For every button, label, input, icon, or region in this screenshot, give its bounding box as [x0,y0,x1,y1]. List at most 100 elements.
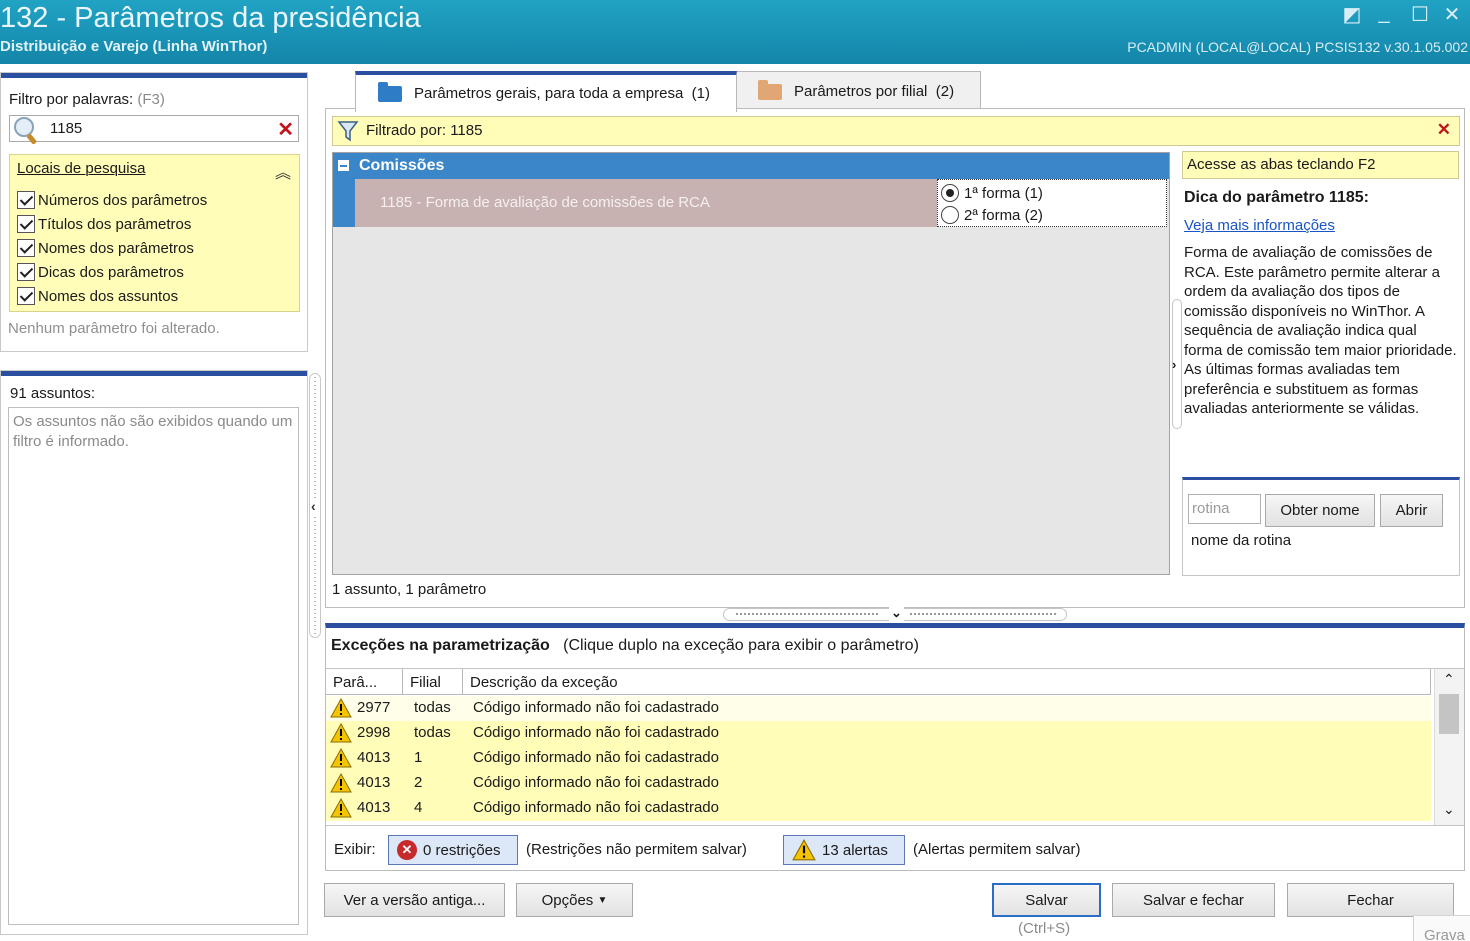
radio-icon[interactable] [941,206,959,224]
vertical-scrollbar[interactable]: ⌃ ⌄ [1434,669,1464,825]
checkbox-dicas[interactable]: Dicas dos parâmetros [17,261,184,283]
warning-icon [330,748,352,768]
help-access-hint: Acesse as abas teclando F2 [1182,151,1459,179]
alertas-toggle[interactable]: 13 alertas [783,835,905,865]
checkbox-icon[interactable] [17,287,35,305]
table-row[interactable]: 4013 4 Código informado não foi cadastra… [326,796,1431,821]
filter-shortcut: (F3) [137,91,165,108]
chevron-down-icon[interactable]: ⌄ [889,605,904,621]
checkbox-titulos[interactable]: Títulos dos parâmetros [17,213,191,235]
radio-label: 1ª forma (1) [964,184,1043,202]
window-title: 132 - Parâmetros da presidência [0,2,421,34]
minimize-icon[interactable]: _ [1372,2,1396,25]
column-header-param[interactable]: Parâ... [326,669,403,695]
restricoes-label: 0 restrições [423,841,501,859]
rotina-input[interactable]: rotina [1188,494,1261,524]
rotina-box: rotina Obter nome Abrir nome da rotina [1182,477,1460,576]
restricoes-toggle[interactable]: ✕ 0 restrições [388,835,518,865]
search-locations-box: Locais de pesquisa ︽ Números dos parâmet… [9,154,300,312]
checkbox-label: Nomes dos assuntos [38,287,179,305]
tab-parametros-gerais[interactable]: Parâmetros gerais, para toda a empresa (… [355,71,737,112]
caret-down-icon: ▼ [597,894,608,906]
checkbox-label: Dicas dos parâmetros [38,263,184,281]
checkbox-nomes[interactable]: Nomes dos parâmetros [17,237,194,259]
radio-icon[interactable] [941,184,959,202]
cell-filial: 2 [414,774,423,791]
warning-icon [330,723,352,743]
scroll-down-icon[interactable]: ⌄ [1443,801,1455,818]
chevron-left-icon[interactable]: ‹ [311,498,316,514]
radio-option-1[interactable]: 1ª forma (1) [941,182,1043,204]
change-status: Nenhum parâmetro foi alterado. [8,320,220,337]
checkbox-icon[interactable] [17,263,35,281]
cell-param: 2998 [357,724,391,741]
group-title: Comissões [359,157,445,174]
cell-descricao: Código informado não foi cadastrado [473,774,719,791]
search-input[interactable]: 1185 ✕ [9,115,299,145]
table-row[interactable]: 2977 todas Código informado não foi cada… [326,696,1431,721]
tab-parametros-filial[interactable]: Parâmetros por filial (2) [735,71,981,111]
assuntos-list[interactable]: Os assuntos não são exibidos quando um f… [8,407,299,925]
cell-param: 4013 [357,749,391,766]
scroll-thumb[interactable] [1439,694,1459,734]
cell-filial: 4 [414,799,423,816]
alertas-label: 13 alertas [822,841,888,859]
group-header[interactable]: Comissões [333,153,1169,179]
assuntos-count: 91 assuntos: [10,385,96,402]
cell-filial: 1 [414,749,423,766]
funnel-icon [337,121,359,142]
checkbox-icon[interactable] [17,215,35,233]
collapse-icon[interactable]: ︽ [275,159,291,183]
checkbox-label: Nomes dos parâmetros [38,239,194,257]
chevron-right-icon[interactable]: › [1172,357,1176,372]
clear-filter-icon[interactable]: ✕ [1437,120,1451,140]
collapse-group-icon[interactable] [338,160,349,171]
restore-icon[interactable]: ◩ [1340,2,1364,27]
checkbox-assuntos[interactable]: Nomes dos assuntos [17,285,178,307]
parameter-row[interactable]: 1185 - Forma de avaliação de comissões d… [355,179,937,227]
save-close-button[interactable]: Salvar e fechar [1112,883,1275,917]
parameters-grid: Comissões 1185 - Forma de avaliação de c… [332,152,1170,575]
exceptions-table: Parâ... Filial Descrição da exceção 2977… [326,668,1464,826]
search-locations-title[interactable]: Locais de pesquisa [17,160,145,177]
old-version-button[interactable]: Ver a versão antiga... [324,883,505,917]
close-button[interactable]: Fechar [1287,883,1454,917]
table-row[interactable]: 2998 todas Código informado não foi cada… [326,721,1431,746]
tab-label: Parâmetros por filial (2) [794,83,955,100]
exceptions-panel: Exceções na parametrização (Clique duplo… [325,623,1465,871]
checkbox-numeros[interactable]: Números dos parâmetros [17,189,207,211]
column-header-descricao[interactable]: Descrição da exceção [463,669,1431,695]
assuntos-panel: 91 assuntos: Os assuntos não são exibido… [0,370,308,935]
options-button[interactable]: Opções ▼ [516,883,633,917]
cell-descricao: Código informado não foi cadastrado [473,799,719,816]
search-value: 1185 [50,120,83,137]
assuntos-message: Os assuntos não são exibidos quando um f… [13,413,293,450]
abrir-button[interactable]: Abrir [1380,494,1443,527]
clear-search-icon[interactable]: ✕ [277,117,294,142]
radio-option-2[interactable]: 2ª forma (2) [941,204,1043,226]
folder-icon [378,81,402,102]
maximize-icon[interactable]: ☐ [1408,2,1432,27]
parameters-content: Filtrado por: 1185 ✕ Comissões 1185 - Fo… [325,108,1465,608]
save-button[interactable]: Salvar [992,883,1101,917]
panel-accent [1,371,307,376]
filter-label-text: Filtro por palavras: [9,91,134,108]
status-corner: Grava [1413,915,1470,941]
rotina-name: nome da rotina [1191,532,1292,549]
obter-nome-button[interactable]: Obter nome [1265,494,1375,527]
warning-icon [330,798,352,818]
cell-descricao: Código informado não foi cadastrado [473,749,719,766]
table-row[interactable]: 4013 2 Código informado não foi cadastra… [326,771,1431,796]
close-icon[interactable]: ✕ [1440,2,1464,27]
folder-icon [758,79,782,100]
error-icon: ✕ [397,840,417,860]
column-header-filial[interactable]: Filial [403,669,463,695]
tab-label: Parâmetros gerais, para toda a empresa (… [414,85,710,102]
restricoes-note: (Restrições não permitem salvar) [526,841,747,858]
more-info-link[interactable]: Veja mais informações [1184,217,1335,234]
table-row[interactable]: 4013 1 Código informado não foi cadastra… [326,746,1431,771]
checkbox-icon[interactable] [17,191,35,209]
checkbox-icon[interactable] [17,239,35,257]
scroll-up-icon[interactable]: ⌃ [1443,671,1455,688]
filtered-bar: Filtrado por: 1185 ✕ [332,116,1460,146]
